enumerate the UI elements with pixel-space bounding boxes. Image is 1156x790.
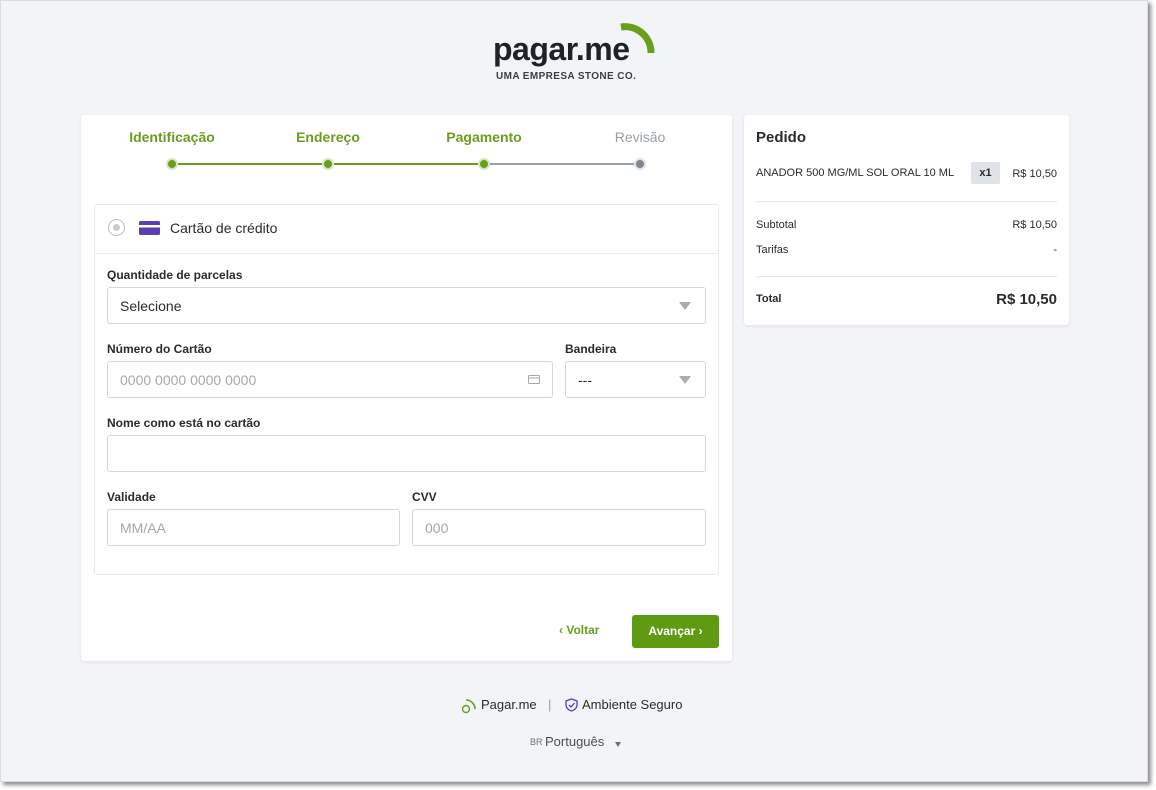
next-button[interactable]: Avançar › [632,615,719,648]
step-revisao: Revisão [614,129,666,145]
card-number-input[interactable]: 0000 0000 0000 0000 [107,361,553,398]
brand-tagline: UMA EMPRESA STONE CO. [496,71,637,82]
checkout-page: pagar.me UMA EMPRESA STONE CO. Identific… [0,0,1148,782]
language-flag-code: BR [530,737,543,747]
next-button-label: Avançar [648,624,696,638]
order-divider [756,276,1057,277]
footer-separator: | [548,697,552,712]
order-title: Pedido [756,129,807,146]
chevron-left-icon: ‹ [559,623,563,637]
language-selector[interactable]: Português [545,734,604,749]
back-button[interactable]: ‹ Voltar [559,623,599,637]
step-dot-pagamento [478,158,490,170]
chevron-down-icon [679,302,691,310]
chevron-right-icon: › [698,624,703,638]
payment-method-panel: Cartão de crédito Quantidade de parcelas… [94,204,719,575]
card-outline-icon [528,375,540,384]
total-value: R$ 10,50 [996,291,1057,308]
payment-method-header[interactable]: Cartão de crédito [95,205,718,254]
progress-steps: Identificação Endereço Pagamento Revisão [81,115,732,185]
card-number-label: Número do Cartão [107,342,212,356]
total-label: Total [756,293,782,305]
installments-label: Quantidade de parcelas [107,268,243,282]
payment-method-label: Cartão de crédito [170,220,278,236]
step-identificacao[interactable]: Identificação [94,129,250,145]
card-name-label: Nome como está no cartão [107,416,261,430]
progress-line-pending [484,163,640,165]
caret-down-icon[interactable] [615,742,621,747]
order-divider [756,201,1057,202]
step-dot-revisao [634,158,646,170]
brand-arc-icon [620,23,655,54]
step-dot-endereco [322,158,334,170]
brand-name: pagar.me [493,31,630,67]
pagarme-logo-icon [461,699,476,714]
footer-brand-link[interactable]: Pagar.me [481,697,537,712]
order-item-price: R$ 10,50 [1012,168,1057,180]
cvv-input[interactable]: 000 [412,509,706,546]
step-pagamento[interactable]: Pagamento [406,129,562,145]
step-endereco[interactable]: Endereço [250,129,406,145]
expiry-label: Validade [107,490,156,504]
order-item-name: ANADOR 500 MG/ML SOL ORAL 10 ML [756,167,955,179]
card-brand-label: Bandeira [565,342,617,356]
card-brand-select[interactable]: --- [565,361,706,398]
step-dot-identificacao [166,158,178,170]
checkout-card: Identificação Endereço Pagamento Revisão… [81,115,732,661]
fees-label: Tarifas [756,244,789,256]
chevron-down-icon [679,376,691,384]
order-item-qty-badge: x1 [971,162,1000,184]
installments-value: Selecione [120,298,182,314]
back-button-label: Voltar [566,623,600,637]
order-summary: Pedido ANADOR 500 MG/ML SOL ORAL 10 ML x… [744,115,1069,325]
payment-method-radio[interactable] [108,219,125,236]
fees-value: - [1053,244,1057,256]
footer-secure-label: Ambiente Seguro [582,697,683,712]
credit-card-icon [139,221,160,235]
cvv-label: CVV [412,490,437,504]
card-brand-value: --- [578,372,592,388]
cvv-placeholder: 000 [425,520,449,536]
expiry-placeholder: MM/AA [120,520,166,536]
card-name-input[interactable] [107,435,706,472]
expiry-input[interactable]: MM/AA [107,509,400,546]
shield-icon [565,698,578,712]
installments-select[interactable]: Selecione [107,287,706,324]
subtotal-label: Subtotal [756,219,797,231]
brand-logo: pagar.me UMA EMPRESA STONE CO. [493,23,663,87]
subtotal-value: R$ 10,50 [1012,219,1057,231]
card-number-placeholder: 0000 0000 0000 0000 [120,372,257,388]
